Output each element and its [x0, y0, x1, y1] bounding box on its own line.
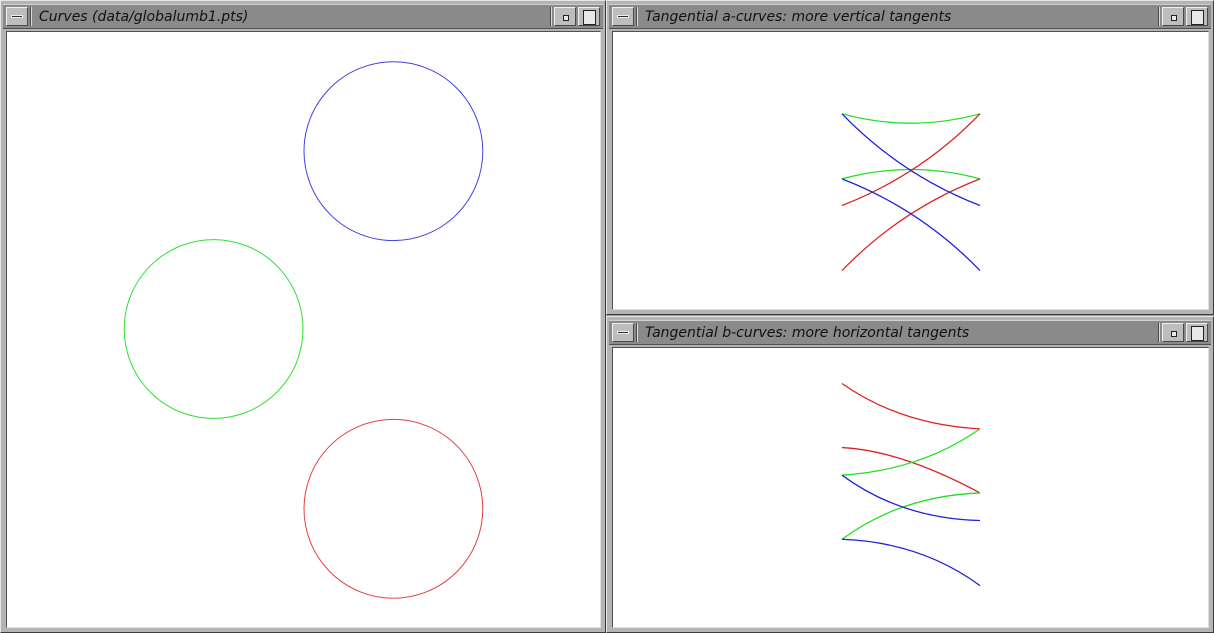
title-divider [1158, 7, 1160, 26]
green-curve [841, 113, 981, 124]
window-menu-button[interactable] [612, 7, 634, 26]
green-circle [123, 239, 304, 419]
curves-plot [123, 61, 484, 599]
minimize-button[interactable] [1162, 323, 1184, 342]
minimize-button[interactable] [554, 7, 576, 26]
minimize-icon [563, 15, 569, 21]
maximize-icon [1191, 326, 1204, 341]
a-curves-plot [841, 113, 981, 272]
blue-curve [841, 538, 981, 587]
curves-canvas[interactable] [6, 31, 601, 628]
minimize-icon [1171, 331, 1177, 337]
blue-circle [303, 61, 484, 242]
maximize-button[interactable] [578, 7, 600, 26]
b-curves-plot [841, 382, 981, 587]
window-menu-button[interactable] [6, 7, 28, 26]
red-curve [841, 446, 981, 494]
blue-curve [841, 113, 981, 207]
title-bar[interactable]: Tangential b-curves: more horizontal tan… [609, 320, 1211, 345]
red-curve [841, 178, 981, 272]
window-menu-icon [617, 15, 629, 18]
a-curves-window[interactable]: Tangential a-curves: more vertical tange… [606, 0, 1214, 315]
red-curve [841, 113, 981, 207]
blue-curve [841, 178, 981, 272]
red-circle [303, 418, 484, 599]
minimize-icon [1171, 15, 1177, 21]
title-divider [1158, 323, 1160, 342]
b-curves-canvas[interactable] [612, 347, 1209, 628]
title-divider [636, 323, 638, 342]
maximize-icon [583, 10, 596, 25]
maximize-button[interactable] [1186, 323, 1208, 342]
window-title: Curves (data/globalumb1.pts) [39, 9, 249, 25]
maximize-button[interactable] [1186, 7, 1208, 26]
window-title: Tangential a-curves: more vertical tange… [645, 9, 952, 25]
window-menu-icon [617, 331, 629, 334]
green-curve [841, 428, 981, 476]
curves-window[interactable]: Curves (data/globalumb1.pts) [0, 0, 606, 633]
window-menu-icon [11, 15, 23, 18]
red-curve [841, 382, 981, 430]
green-curve [841, 492, 981, 540]
title-bar[interactable]: Curves (data/globalumb1.pts) [3, 4, 603, 29]
title-bar[interactable]: Tangential a-curves: more vertical tange… [609, 4, 1211, 29]
minimize-button[interactable] [1162, 7, 1184, 26]
maximize-icon [1191, 10, 1204, 25]
a-curves-canvas[interactable] [612, 31, 1209, 310]
title-divider [550, 7, 552, 26]
title-divider [30, 7, 32, 26]
window-title: Tangential b-curves: more horizontal tan… [645, 325, 970, 341]
window-menu-button[interactable] [612, 323, 634, 342]
title-divider [636, 7, 638, 26]
b-curves-window[interactable]: Tangential b-curves: more horizontal tan… [606, 316, 1214, 633]
